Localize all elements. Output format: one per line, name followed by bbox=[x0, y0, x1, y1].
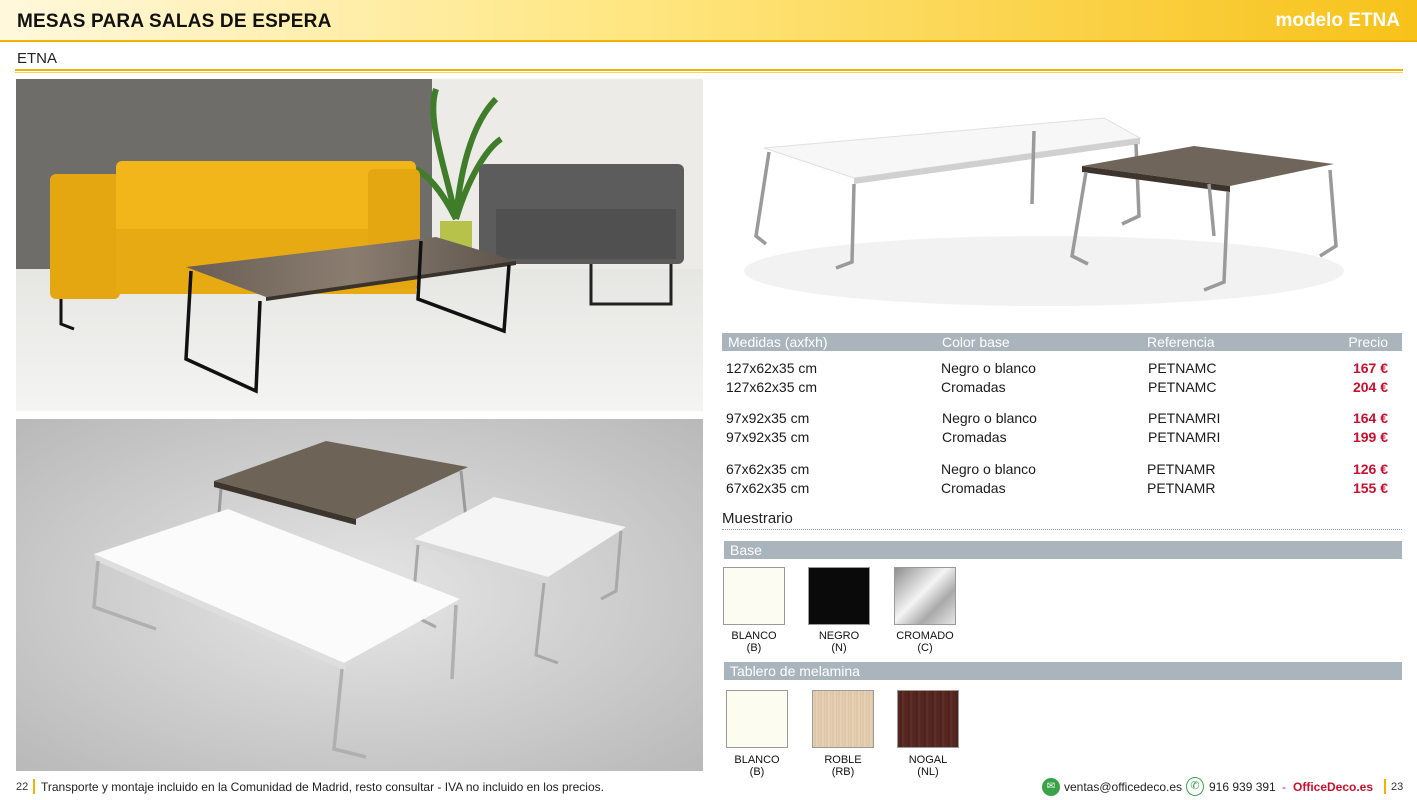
cell-size: 127x62x35 cm bbox=[726, 360, 818, 376]
swatch-label: ROBLE (RB) bbox=[803, 754, 883, 778]
cell-price: 155 € bbox=[1352, 480, 1388, 496]
subtitle-divider bbox=[15, 69, 1403, 73]
footer-separator: - bbox=[1282, 780, 1286, 794]
table-row: 127x62x35 cm Negro o blanco PETNAMC 167 … bbox=[722, 360, 1402, 378]
phone-number[interactable]: 916 939 391 bbox=[1209, 780, 1276, 794]
email-link[interactable]: ventas@officedeco.es bbox=[1064, 780, 1182, 794]
product-photo-lounge bbox=[16, 79, 703, 411]
cell-size: 97x92x35 cm bbox=[726, 410, 810, 426]
swatch-base-cromado bbox=[894, 567, 956, 625]
phone-icon: ✆ bbox=[1186, 777, 1204, 796]
cell-ref: PETNAMRI bbox=[1148, 410, 1221, 426]
page-number-left: 22 bbox=[16, 781, 29, 793]
table-row: 67x62x35 cm Negro o blanco PETNAMR 126 € bbox=[722, 461, 1402, 479]
col-header-size: Medidas (axfxh) bbox=[728, 334, 828, 350]
cell-color: Cromadas bbox=[942, 429, 1007, 445]
table-row: 97x92x35 cm Negro o blanco PETNAMRI 164 … bbox=[722, 410, 1402, 428]
swatch-label: BLANCO (B) bbox=[717, 754, 797, 778]
swatch-name: ROBLE bbox=[824, 754, 862, 766]
swatch-code: (B) bbox=[746, 642, 762, 654]
swatch-tablero-roble bbox=[812, 690, 874, 748]
cell-ref: PETNAMC bbox=[1148, 379, 1217, 395]
cell-size: 67x62x35 cm bbox=[726, 461, 810, 477]
col-header-ref: Referencia bbox=[1147, 334, 1215, 350]
table-row: 67x62x35 cm Cromadas PETNAMR 155 € bbox=[722, 480, 1402, 498]
swatch-tablero-blanco bbox=[726, 690, 788, 748]
swatch-base-negro bbox=[808, 567, 870, 625]
email-icon: ✉ bbox=[1042, 778, 1060, 796]
cell-size: 127x62x35 cm bbox=[726, 379, 818, 395]
cell-size: 67x62x35 cm bbox=[726, 480, 810, 496]
cell-color: Cromadas bbox=[941, 379, 1006, 395]
cell-price: 199 € bbox=[1352, 429, 1388, 445]
page-footer: 22 Transporte y montaje incluido en la C… bbox=[0, 776, 1417, 800]
product-photo-tables-set bbox=[16, 419, 703, 771]
swatch-name: BLANCO bbox=[734, 754, 780, 766]
swatch-label: NOGAL (NL) bbox=[888, 754, 968, 778]
swatch-label: BLANCO (B) bbox=[714, 630, 794, 654]
footer-divider bbox=[1384, 779, 1386, 794]
samples-heading: Muestrario bbox=[722, 510, 793, 527]
col-header-color: Color base bbox=[942, 334, 1010, 350]
cell-price: 167 € bbox=[1352, 360, 1388, 376]
swatch-name: NEGRO bbox=[818, 630, 860, 642]
model-name: modelo ETNA bbox=[1275, 10, 1400, 31]
swatch-name: NOGAL bbox=[908, 754, 948, 766]
cell-color: Negro o blanco bbox=[941, 461, 1036, 477]
swatch-code: (N) bbox=[831, 642, 847, 654]
legal-note: Transporte y montaje incluido en la Comu… bbox=[41, 780, 604, 794]
cell-ref: PETNAMC bbox=[1148, 360, 1217, 376]
samples-divider bbox=[722, 529, 1402, 530]
section-subtitle: ETNA bbox=[17, 50, 58, 67]
product-photo-isolated bbox=[714, 86, 1402, 321]
price-table-header: Medidas (axfxh) Color base Referencia Pr… bbox=[722, 333, 1402, 351]
table-row: 97x92x35 cm Cromadas PETNAMRI 199 € bbox=[722, 429, 1402, 447]
swatch-name: BLANCO bbox=[731, 630, 777, 642]
footer-divider bbox=[33, 779, 35, 794]
page-number-right: 23 bbox=[1391, 781, 1404, 793]
swatch-code: (C) bbox=[917, 642, 933, 654]
cell-price: 204 € bbox=[1352, 379, 1388, 395]
cell-color: Cromadas bbox=[941, 480, 1006, 496]
cell-ref: PETNAMR bbox=[1147, 480, 1216, 496]
table-row: 127x62x35 cm Cromadas PETNAMC 204 € bbox=[722, 379, 1402, 397]
swatch-label: CROMADO (C) bbox=[885, 630, 965, 654]
cell-ref: PETNAMRI bbox=[1148, 429, 1221, 445]
col-header-price: Precio bbox=[1348, 334, 1388, 350]
swatch-base-blanco bbox=[723, 567, 785, 625]
swatch-label: NEGRO (N) bbox=[799, 630, 879, 654]
page-title: MESAS PARA SALAS DE ESPERA bbox=[17, 11, 332, 32]
base-section-bar: Base bbox=[724, 541, 1402, 559]
cell-price: 164 € bbox=[1352, 410, 1388, 426]
brand-link[interactable]: OfficeDeco.es bbox=[1293, 780, 1373, 794]
swatch-tablero-nogal bbox=[897, 690, 959, 748]
cell-color: Negro o blanco bbox=[941, 360, 1036, 376]
swatch-name: CROMADO bbox=[896, 630, 954, 642]
cell-color: Negro o blanco bbox=[942, 410, 1037, 426]
cell-price: 126 € bbox=[1352, 461, 1388, 477]
page-header: MESAS PARA SALAS DE ESPERA modelo ETNA bbox=[0, 0, 1417, 42]
cell-size: 97x92x35 cm bbox=[726, 429, 810, 445]
tablero-section-bar: Tablero de melamina bbox=[724, 662, 1402, 680]
cell-ref: PETNAMR bbox=[1147, 461, 1216, 477]
